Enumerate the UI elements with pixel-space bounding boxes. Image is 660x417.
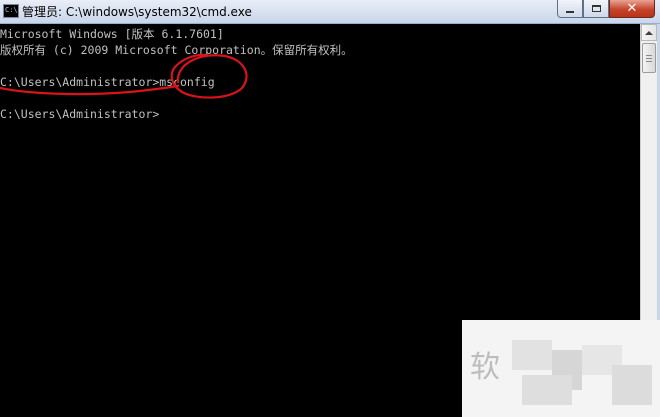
minimize-icon — [566, 10, 574, 13]
cmd-window: C:\ 管理员: C:\windows\system32\cmd.exe ✕ M… — [0, 0, 660, 417]
console-line-prompt: C:\Users\Administrator> — [0, 107, 160, 121]
window-title: 管理员: C:\windows\system32\cmd.exe — [22, 5, 252, 19]
minimize-button[interactable] — [557, 0, 583, 18]
watermark-text: 软 — [470, 350, 502, 385]
watermark-pixel-block — [522, 375, 572, 405]
watermark-pixel-block — [612, 365, 652, 405]
thumb-grip-line — [646, 61, 652, 62]
close-icon: ✕ — [626, 1, 638, 16]
arrow-up-icon — [645, 30, 653, 35]
close-button[interactable]: ✕ — [609, 0, 655, 18]
scroll-up-button[interactable] — [641, 24, 657, 41]
thumb-grip-line — [646, 58, 652, 59]
maximize-button[interactable] — [583, 0, 609, 18]
console-line-version: Microsoft Windows [版本 6.1.7601] — [0, 27, 224, 41]
console-line-copyright: 版权所有 (c) 2009 Microsoft Corporation。保留所有… — [0, 43, 353, 57]
console-line-msconfig-command: C:\Users\Administrator>msconfig — [0, 75, 215, 89]
scroll-thumb[interactable] — [642, 43, 656, 73]
cmd-icon[interactable]: C:\ — [3, 4, 19, 18]
thumb-grip-line — [646, 55, 652, 56]
watermark-pixel-block — [512, 340, 552, 370]
watermark: 软 — [462, 320, 660, 417]
maximize-icon — [591, 5, 601, 12]
title-bar[interactable]: C:\ 管理员: C:\windows\system32\cmd.exe ✕ — [0, 0, 660, 24]
